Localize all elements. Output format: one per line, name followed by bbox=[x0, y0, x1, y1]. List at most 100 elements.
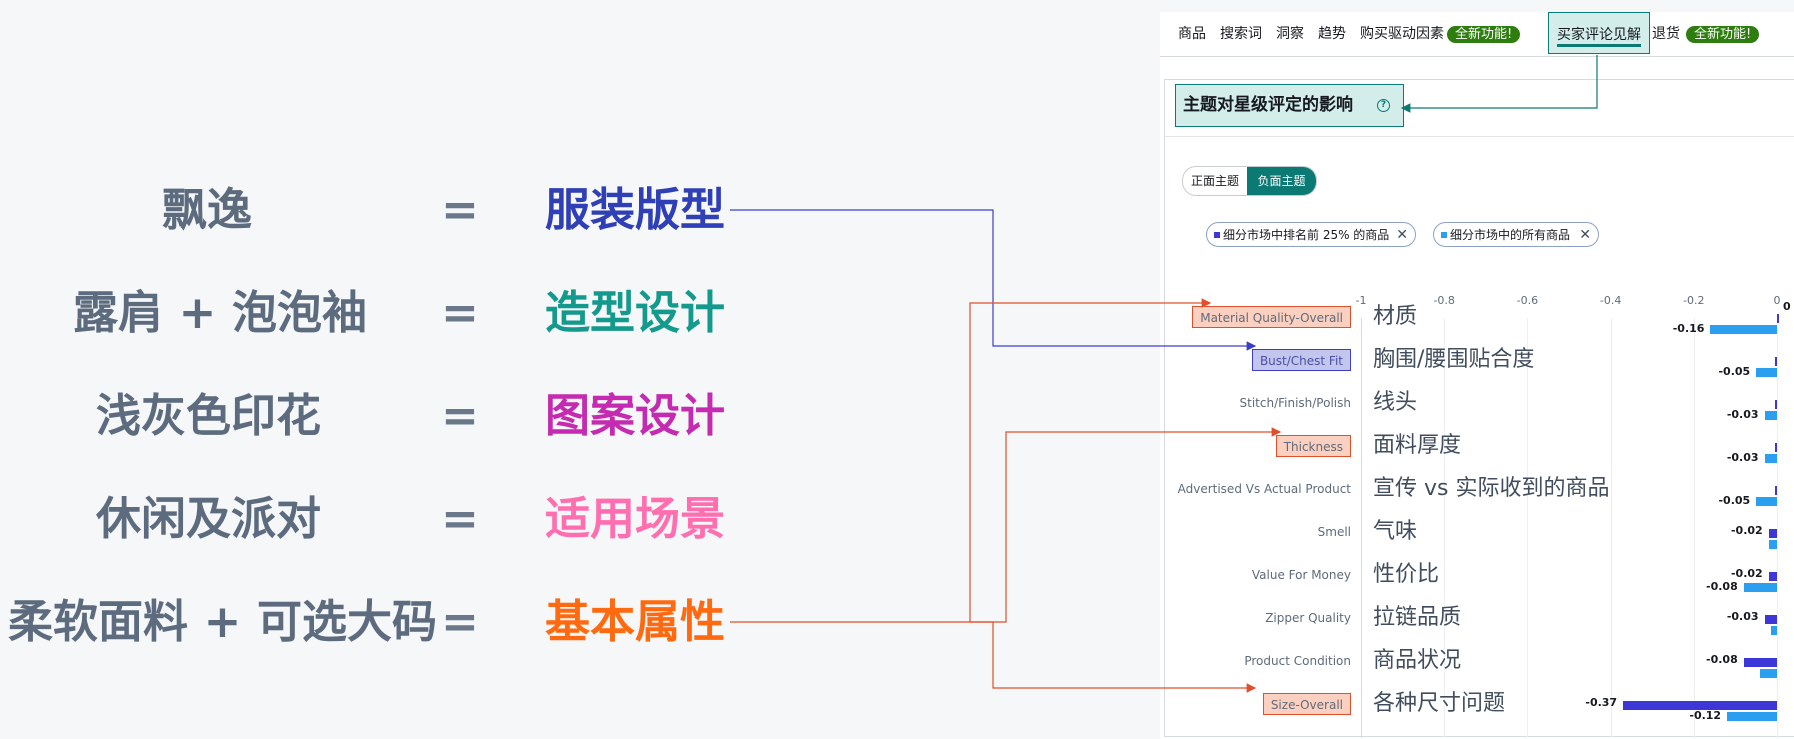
equals-sign: = bbox=[441, 595, 479, 648]
category-label-en: Product Condition bbox=[1244, 654, 1351, 668]
equals-sign: = bbox=[441, 183, 479, 236]
bar-top25 bbox=[1743, 658, 1777, 667]
equation-category: 基本属性 bbox=[545, 595, 726, 648]
value-label-all: -0.03 bbox=[1726, 408, 1759, 421]
legend-swatch-top25 bbox=[1214, 232, 1220, 238]
equation-category: 适用场景 bbox=[545, 492, 726, 545]
value-label-all: -0.05 bbox=[1718, 494, 1751, 507]
value-label-top25: 0 bbox=[1783, 300, 1791, 313]
category-label-zh: 各种尺寸问题 bbox=[1373, 691, 1506, 716]
category-label-en: Smell bbox=[1317, 525, 1351, 539]
close-icon[interactable]: ✕ bbox=[1396, 223, 1408, 248]
category-label-zh: 拉链品质 bbox=[1373, 605, 1462, 630]
value-label-all: -0.05 bbox=[1718, 365, 1751, 378]
x-tick-label: -0.6 bbox=[1516, 294, 1539, 307]
active-tab-underline bbox=[1557, 44, 1641, 47]
category-label-zh: 胸围/腰围贴合度 bbox=[1373, 347, 1535, 372]
bar-top25 bbox=[1774, 486, 1777, 495]
value-label-top25: -0.02 bbox=[1730, 567, 1763, 580]
star-rating-impact-card: 主题对星级评定的影响 ? 正面主题 负面主题 细分市场中排名前 25% 的商品 … bbox=[1164, 79, 1794, 738]
card-title: 主题对星级评定的影响 bbox=[1183, 95, 1353, 115]
positive-theme-button[interactable]: 正面主题 bbox=[1183, 167, 1247, 195]
bar-all bbox=[1710, 325, 1777, 334]
category-label-en: Size-Overall bbox=[1262, 693, 1351, 715]
value-label-all: -0.03 bbox=[1726, 451, 1759, 464]
value-label-all: -0.08 bbox=[1706, 580, 1738, 593]
equation-row: 露肩 + 泡泡袖 = 造型设计 bbox=[0, 283, 740, 343]
theme-toggle: 正面主题 负面主题 bbox=[1182, 166, 1317, 196]
equation-row: 柔软面料 + 可选大码 = 基本属性 bbox=[0, 592, 740, 652]
amazon-insights-panel: 商品 搜索词 洞察 趋势 购买驱动因素 全新功能! 买家评论见解 退货 全新功能… bbox=[1160, 12, 1794, 739]
bar-top25 bbox=[1774, 443, 1777, 452]
bar-all bbox=[1760, 669, 1777, 678]
gridline bbox=[1610, 318, 1612, 738]
bar-all bbox=[1768, 540, 1777, 549]
bar-all bbox=[1764, 454, 1777, 463]
equation-row: 浅灰色印花 = 图案设计 bbox=[0, 386, 740, 446]
category-label-zh: 线头 bbox=[1373, 390, 1418, 415]
category-label-en: Value For Money bbox=[1251, 568, 1351, 582]
bar-top25 bbox=[1764, 615, 1777, 624]
category-label-zh: 面料厚度 bbox=[1373, 433, 1462, 458]
bar-all bbox=[1727, 712, 1777, 721]
value-label-all: -0.16 bbox=[1672, 322, 1705, 335]
equation-category: 图案设计 bbox=[545, 389, 726, 442]
bar-top25 bbox=[1768, 529, 1777, 538]
category-label-zh: 宣传 vs 实际收到的商品 bbox=[1373, 476, 1610, 501]
bar-top25 bbox=[1774, 400, 1777, 409]
gridline bbox=[1527, 318, 1529, 738]
category-label-en: Material Quality-Overall bbox=[1192, 306, 1351, 328]
gridline bbox=[1693, 318, 1695, 738]
equation-row: 休闲及派对 = 适用场景 bbox=[0, 489, 740, 549]
equation-category: 服装版型 bbox=[545, 183, 726, 236]
negative-theme-button[interactable]: 负面主题 bbox=[1247, 167, 1316, 195]
equation-term: 露肩 + 泡泡袖 bbox=[73, 286, 368, 339]
value-label-all: -0.12 bbox=[1689, 709, 1722, 722]
tab-products[interactable]: 商品 bbox=[1178, 12, 1206, 56]
equation-term: 飘逸 bbox=[162, 183, 253, 236]
category-label-en: Stitch/Finish/Polish bbox=[1239, 396, 1352, 410]
tab-returns[interactable]: 退货 bbox=[1652, 12, 1680, 56]
x-tick-label: -0.8 bbox=[1433, 294, 1455, 307]
value-label-top25: -0.37 bbox=[1585, 696, 1618, 709]
card-divider bbox=[1165, 136, 1794, 137]
equation-term: 浅灰色印花 bbox=[96, 389, 322, 442]
bar-all bbox=[1743, 583, 1777, 592]
legend-chip-top25[interactable]: 细分市场中排名前 25% 的商品 ✕ bbox=[1206, 222, 1416, 247]
tab-trends[interactable]: 趋势 bbox=[1318, 12, 1346, 56]
label-divider bbox=[1361, 318, 1362, 738]
help-icon[interactable]: ? bbox=[1377, 99, 1390, 112]
tab-search-terms[interactable]: 搜索词 bbox=[1220, 12, 1262, 56]
tab-insights[interactable]: 洞察 bbox=[1276, 12, 1304, 56]
value-label-top25: -0.02 bbox=[1730, 524, 1763, 537]
equation-row: 飘逸 = 服装版型 bbox=[0, 180, 740, 240]
new-feature-badge: 全新功能! bbox=[1447, 26, 1521, 43]
equation-term: 柔软面料 + 可选大码 bbox=[8, 595, 438, 648]
x-tick-label: -0.2 bbox=[1683, 294, 1705, 307]
legend-chip-all[interactable]: 细分市场中的所有商品 ✕ bbox=[1433, 222, 1599, 247]
bar-top25 bbox=[1774, 357, 1777, 366]
legend-label-all: 细分市场中的所有商品 bbox=[1450, 228, 1571, 242]
bar-top25 bbox=[1768, 572, 1777, 581]
close-icon[interactable]: ✕ bbox=[1579, 223, 1591, 248]
legend-label-top25: 细分市场中排名前 25% 的商品 bbox=[1223, 228, 1390, 242]
bar-all bbox=[1770, 626, 1777, 635]
category-label-zh: 材质 bbox=[1373, 304, 1418, 329]
equation-term: 休闲及派对 bbox=[96, 492, 322, 545]
category-label-en: Thickness bbox=[1275, 435, 1351, 457]
category-label-en: Advertised Vs Actual Product bbox=[1177, 482, 1351, 496]
category-label-en: Zipper Quality bbox=[1265, 611, 1351, 625]
bar-top25 bbox=[1777, 314, 1779, 323]
equals-sign: = bbox=[441, 389, 479, 442]
tab-customer-reviews[interactable]: 买家评论见解 bbox=[1548, 12, 1650, 54]
tab-customer-reviews-label: 买家评论见解 bbox=[1557, 27, 1641, 43]
equals-sign: = bbox=[441, 492, 479, 545]
category-label-en: Bust/Chest Fit bbox=[1251, 349, 1351, 371]
new-feature-badge: 全新功能! bbox=[1686, 26, 1760, 43]
category-label-zh: 气味 bbox=[1373, 519, 1418, 544]
connector-material bbox=[730, 298, 1212, 623]
equals-sign: = bbox=[441, 286, 479, 339]
value-label-top25: -0.03 bbox=[1726, 610, 1759, 623]
tab-purchase-drivers[interactable]: 购买驱动因素 bbox=[1360, 12, 1444, 56]
bar-all bbox=[1764, 411, 1777, 420]
